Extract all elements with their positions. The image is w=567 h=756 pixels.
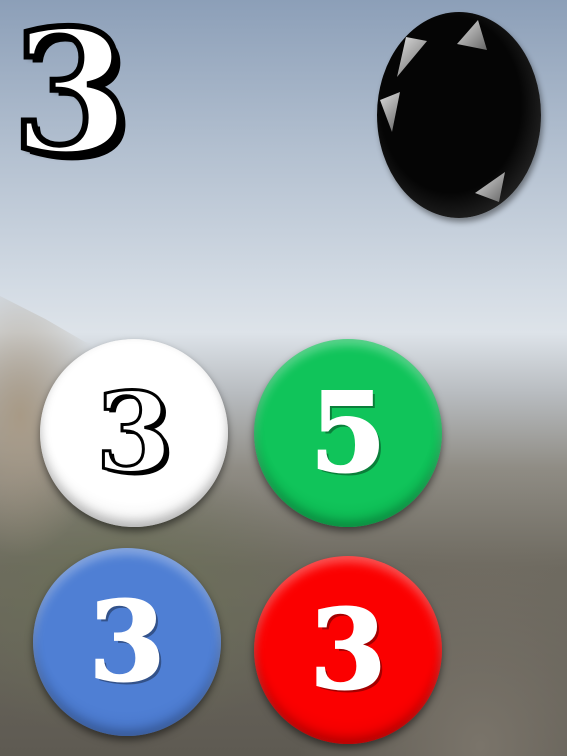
ball-number: 3 xyxy=(88,577,167,706)
ball-number: 3 xyxy=(94,368,174,497)
black-gem-icon[interactable] xyxy=(377,12,541,218)
number-ball-white[interactable]: 3 xyxy=(40,339,228,527)
number-ball-red[interactable]: 3 xyxy=(254,556,442,744)
number-ball-blue[interactable]: 3 xyxy=(33,548,221,736)
number-ball-green[interactable]: 5 xyxy=(254,339,442,527)
ball-number: 5 xyxy=(309,368,388,497)
ball-number: 3 xyxy=(309,585,388,714)
target-digit: 3 xyxy=(9,0,133,193)
